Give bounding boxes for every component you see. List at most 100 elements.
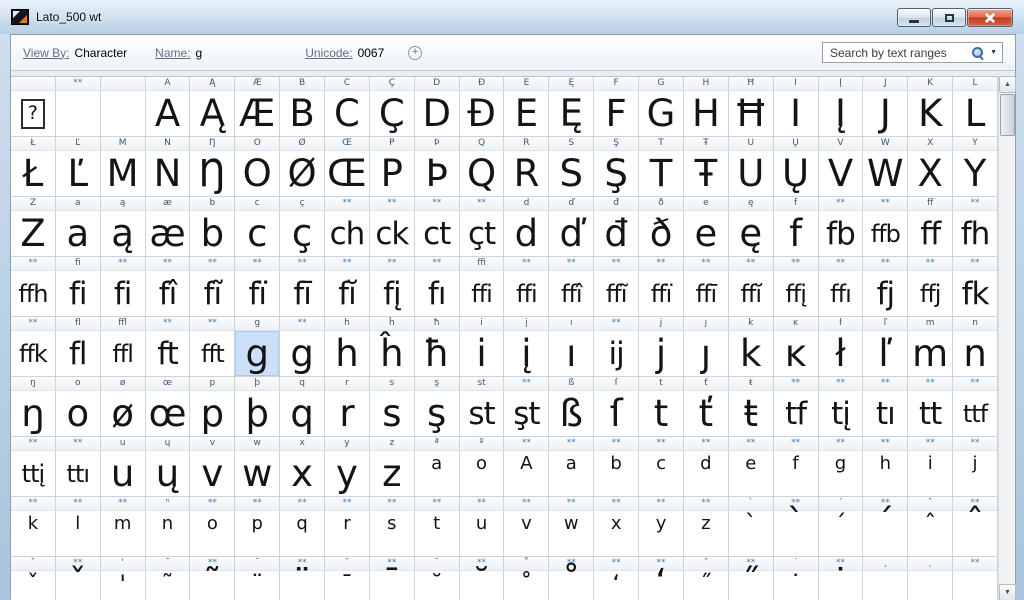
glyph-cell[interactable]: ** [56, 77, 101, 137]
glyph-cell[interactable]: ¨¨ [235, 557, 280, 600]
glyph-cell[interactable]: SS [549, 137, 594, 197]
glyph-cell[interactable]: łł [819, 317, 864, 377]
search-icon[interactable] [971, 46, 984, 59]
glyph-cell[interactable]: **p [235, 497, 280, 557]
glyph-cell[interactable]: ųų [146, 437, 191, 497]
glyph-cell[interactable]: **¯ [370, 557, 415, 600]
glyph-cell[interactable]: ⁿn [146, 497, 191, 557]
glyph-cell[interactable]: þþ [235, 377, 280, 437]
glyph-cell[interactable]: xx [280, 437, 325, 497]
maximize-button[interactable] [932, 8, 966, 27]
glyph-cell[interactable]: ? [11, 77, 56, 137]
glyph-cell[interactable]: ˙˙ [774, 557, 819, 600]
glyph-cell[interactable]: **ffï [639, 257, 684, 317]
goto-codepoint-button[interactable]: + [408, 46, 422, 60]
glyph-cell[interactable]: OO [235, 137, 280, 197]
glyph-cell[interactable]: **x [594, 497, 639, 557]
glyph-cell[interactable]: ĽĽ [56, 137, 101, 197]
glyph-cell[interactable]: ˛˛ [908, 557, 953, 600]
glyph-cell[interactable]: **tį [819, 377, 864, 437]
glyph-cell[interactable]: RR [504, 137, 549, 197]
glyph-cell[interactable]: **q [280, 497, 325, 557]
glyph-cell[interactable]: **fi [101, 257, 146, 317]
glyph-cell[interactable]: hh [325, 317, 370, 377]
glyph-cell[interactable]: **ffĩ [594, 257, 639, 317]
view-by-label[interactable]: View By: [23, 46, 69, 60]
glyph-cell[interactable]: œœ [146, 377, 191, 437]
glyph-cell[interactable]: ęę [729, 197, 774, 257]
glyph-cell[interactable]: YY [953, 137, 998, 197]
glyph-cell[interactable]: oo [56, 377, 101, 437]
glyph-cell[interactable]: **ffĭ [729, 257, 774, 317]
glyph-cell[interactable]: LL [953, 77, 998, 137]
glyph-cell[interactable]: **çt [460, 197, 505, 257]
glyph-cell[interactable]: QQ [460, 137, 505, 197]
glyph-cell[interactable]: zz [370, 437, 415, 497]
glyph-cell[interactable]: HH [684, 77, 729, 137]
glyph-cell[interactable]: ˆˆ [908, 497, 953, 557]
glyph-cell[interactable]: **g [280, 317, 325, 377]
glyph-cell[interactable]: **ck [370, 197, 415, 257]
glyph-cell[interactable]: **tt [908, 377, 953, 437]
glyph-cell[interactable]: şş [415, 377, 460, 437]
glyph-cell[interactable]: **ffî [549, 257, 594, 317]
glyph-cell[interactable]: ˘˘ [415, 557, 460, 600]
glyph-cell[interactable]: ss [370, 377, 415, 437]
glyph-cell[interactable]: bb [190, 197, 235, 257]
glyph-cell[interactable]: **¨ [280, 557, 325, 600]
glyph-cell[interactable]: **ffb [863, 197, 908, 257]
glyph-cell[interactable]: UU [729, 137, 774, 197]
glyph-cell[interactable]: **ij [594, 317, 639, 377]
glyph-cell[interactable]: **s [370, 497, 415, 557]
glyph-cell[interactable]: **l [56, 497, 101, 557]
glyph-cell[interactable]: **a [549, 437, 594, 497]
minimize-button[interactable] [897, 8, 931, 27]
glyph-cell[interactable]: **fb [819, 197, 864, 257]
glyph-cell[interactable]: **` [774, 497, 819, 557]
glyph-cell[interactable]: **şt [504, 377, 549, 437]
vertical-scrollbar[interactable]: ▲ ▼ [998, 76, 1015, 600]
glyph-cell[interactable]: ħħ [415, 317, 460, 377]
glyph-cell[interactable]: ĐĐ [460, 77, 505, 137]
glyph-cell[interactable]: **fī [280, 257, 325, 317]
glyph-cell[interactable]: **ffı [819, 257, 864, 317]
glyph-cell[interactable]: ffiffi [460, 257, 505, 317]
glyph-cell[interactable]: gg [235, 317, 280, 377]
glyph-cell[interactable]: **fĭ [325, 257, 370, 317]
glyph-cell[interactable]: ŞŞ [594, 137, 639, 197]
glyph-cell[interactable]: **fî [146, 257, 191, 317]
glyph-cell[interactable]: **ttı [56, 437, 101, 497]
glyph-cell[interactable]: **˚ [549, 557, 594, 600]
glyph-cell[interactable]: **f [774, 437, 819, 497]
glyph-cell[interactable]: JJ [863, 77, 908, 137]
glyph-cell[interactable]: MM [101, 137, 146, 197]
unicode-value[interactable]: 0067 [358, 46, 385, 60]
search-dropdown-arrow-icon[interactable]: ▼ [990, 49, 997, 56]
glyph-cell[interactable]: **ffi [504, 257, 549, 317]
glyph-cell[interactable]: **ft [146, 317, 191, 377]
glyph-cell[interactable]: ÇÇ [370, 77, 415, 137]
glyph-cell[interactable]: **ʻ [639, 557, 684, 600]
glyph-cell[interactable] [101, 77, 146, 137]
glyph-cell[interactable]: **ˆ [953, 497, 998, 557]
glyph-cell[interactable]: đđ [594, 197, 639, 257]
glyph-cell[interactable]: jj [639, 317, 684, 377]
glyph-cell[interactable]: FF [594, 77, 639, 137]
glyph-cell[interactable]: **ttį [11, 437, 56, 497]
glyph-cell[interactable]: `` [729, 497, 774, 557]
glyph-cell[interactable]: flfl [56, 317, 101, 377]
glyph-cell[interactable]: çç [280, 197, 325, 257]
glyph-cell[interactable]: ĸĸ [774, 317, 819, 377]
scroll-up-button[interactable]: ▲ [999, 76, 1016, 93]
glyph-cell[interactable]: **t [415, 497, 460, 557]
glyph-cell[interactable]: **g [819, 437, 864, 497]
glyph-cell[interactable]: ÞÞ [415, 137, 460, 197]
name-label[interactable]: Name: [155, 46, 190, 60]
glyph-cell[interactable]: rr [325, 377, 370, 437]
glyph-cell[interactable]: **˙ [819, 557, 864, 600]
glyph-cell[interactable]: ii [460, 317, 505, 377]
glyph-cell[interactable]: ŧŧ [729, 377, 774, 437]
glyph-cell[interactable]: ťť [684, 377, 729, 437]
glyph-cell[interactable]: **ˇ [56, 557, 101, 600]
glyph-cell[interactable]: fifi [56, 257, 101, 317]
